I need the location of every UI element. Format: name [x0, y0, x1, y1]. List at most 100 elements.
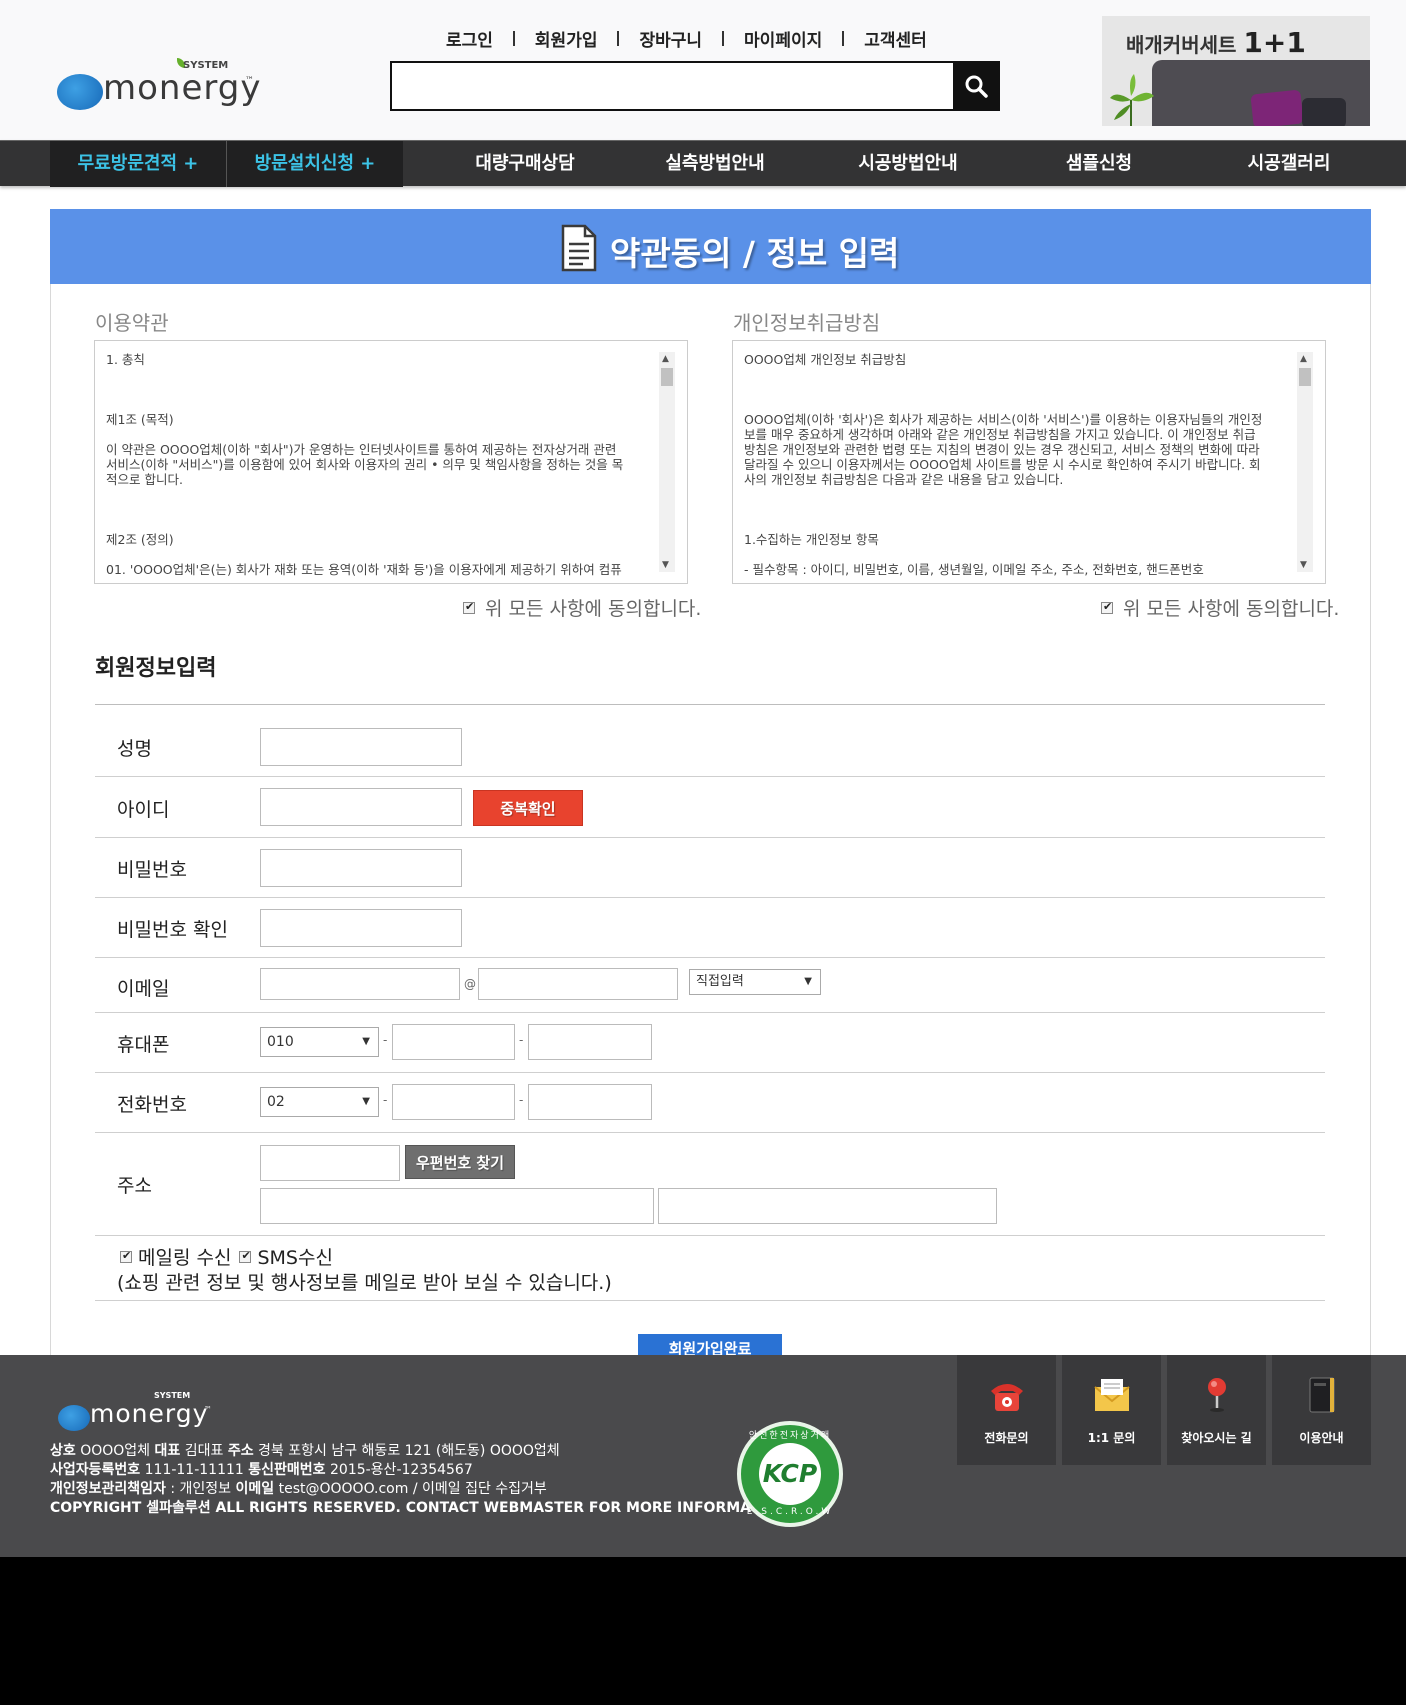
quick-link-label: 1:1 문의 [1087, 1431, 1136, 1445]
privacy-agree[interactable]: 위 모든 사항에 동의합니다. [1101, 594, 1339, 621]
nav-gallery[interactable]: 시공갤러리 [1192, 141, 1386, 187]
terms-agree[interactable]: 위 모든 사항에 동의합니다. [463, 594, 701, 621]
logo-system-text: SYSTEM [183, 60, 229, 71]
signup-link[interactable]: 회원가입 [535, 26, 598, 51]
divider [95, 704, 1325, 705]
divider [95, 1012, 1325, 1013]
scroll-thumb[interactable] [661, 368, 673, 386]
login-link[interactable]: 로그인 [446, 26, 493, 51]
email-domain-select[interactable]: 직접입력 ▼ [689, 969, 821, 995]
nav-bulk-consult[interactable]: 대량구매상담 [430, 141, 620, 187]
main-nav: 무료방문견적 + 방문설치신청 + 대량구매상담 실측방법안내 시공방법안내 샘… [0, 140, 1406, 187]
id-check-button[interactable]: 중복확인 [473, 790, 583, 826]
scroll-up-icon[interactable]: ▲ [1300, 354, 1307, 364]
mypage-link[interactable]: 마이페이지 [744, 26, 822, 51]
nav-measure-guide[interactable]: 실측방법안내 [620, 141, 810, 187]
divider [95, 776, 1325, 777]
search-box [390, 61, 1000, 111]
phone-last-field[interactable] [528, 1084, 652, 1120]
plant-icon [1110, 74, 1154, 126]
quick-link-label: 전화문의 [984, 1431, 1029, 1445]
pillow-image [1302, 98, 1346, 126]
pillow-image [1250, 89, 1304, 126]
scroll-down-icon[interactable]: ▼ [1300, 560, 1307, 570]
dash: - [519, 1093, 524, 1107]
phone-prefix-select[interactable]: 02 ▼ [260, 1087, 379, 1117]
phone-middle-field[interactable] [392, 1084, 515, 1120]
divider [512, 30, 515, 46]
nav-free-estimate[interactable]: 무료방문견적 + [50, 141, 226, 187]
map-pin-icon [1208, 1378, 1226, 1412]
promo-banner[interactable]: 배개커버세트 1+1 [1102, 16, 1370, 126]
password-field[interactable] [260, 849, 462, 887]
mailing-label[interactable]: 메일링 수신 [138, 1243, 231, 1270]
copyright: COPYRIGHT 셀파솔루션 ALL RIGHTS RESERVED. CON… [50, 1500, 794, 1516]
phone-icon [991, 1384, 1023, 1411]
terms-agree-checkbox[interactable] [463, 600, 475, 614]
terms-textbox[interactable]: 1. 총칙 제1조 (목적) 이 약관은 OOOO업체(이하 "회사")가 운영… [94, 340, 688, 584]
quick-link-inquiry[interactable]: 1:1 문의 [1062, 1355, 1161, 1465]
name-label: 성명 [117, 738, 152, 760]
terms-scrollbar[interactable]: ▲ ▼ [659, 352, 675, 572]
nav-install-guide[interactable]: 시공방법안내 [810, 141, 1006, 187]
banner-text: 배개커버세트 1+1 [1126, 26, 1306, 59]
privacy-label: 개인정보취급방침 [733, 311, 881, 335]
password-confirm-field[interactable] [260, 909, 462, 947]
name-field[interactable] [260, 728, 462, 766]
footer-logo[interactable]: monergy SYSTEM ™ [58, 1391, 218, 1431]
phone-label: 전화번호 [117, 1094, 187, 1116]
dash: - [383, 1093, 388, 1107]
quick-link-label: 이용안내 [1299, 1431, 1344, 1445]
divider [95, 1235, 1325, 1236]
address-field[interactable] [260, 1188, 654, 1224]
quick-links: 전화문의 1:1 문의 찾아오시는 길 이용안내 [957, 1355, 1371, 1465]
privacy-scrollbar[interactable]: ▲ ▼ [1297, 352, 1313, 572]
quick-link-phone[interactable]: 전화문의 [957, 1355, 1056, 1465]
cart-link[interactable]: 장바구니 [639, 26, 702, 51]
envelope-icon [1094, 1379, 1130, 1411]
customer-center-link[interactable]: 고객센터 [864, 26, 927, 51]
sms-label[interactable]: SMS수신 [257, 1243, 332, 1270]
address-detail-field[interactable] [658, 1188, 997, 1224]
zipcode-search-button[interactable]: 우편번호 찾기 [405, 1145, 515, 1179]
dash: - [383, 1033, 388, 1047]
scroll-up-icon[interactable]: ▲ [662, 354, 669, 364]
zipcode-field[interactable] [260, 1145, 400, 1181]
mobile-last-field[interactable] [528, 1024, 652, 1060]
section-title: 회원정보입력 [95, 656, 217, 681]
quick-link-guide[interactable]: 이용안내 [1272, 1355, 1371, 1465]
search-icon [965, 75, 988, 98]
sms-checkbox[interactable] [239, 1249, 252, 1263]
scroll-thumb[interactable] [1299, 368, 1311, 386]
mailing-checkbox[interactable] [120, 1249, 132, 1263]
nav-install-request[interactable]: 방문설치신청 + [227, 141, 403, 187]
privacy-textbox[interactable]: OOOO업체 개인정보 취급방침 OOOO업체(이하 '회사')은 회사가 제공… [732, 340, 1326, 584]
divider [95, 1072, 1325, 1073]
search-input[interactable] [392, 63, 954, 109]
terms-agree-label: 위 모든 사항에 동의합니다. [485, 598, 702, 620]
company-info-line: 상호 OOOO업체 대표 김대표 주소 경북 포항시 남구 해동로 121 (해… [50, 1443, 560, 1459]
logo[interactable]: monergy SYSTEM ™ [57, 58, 260, 110]
email-label: 이메일 [117, 978, 170, 1000]
nav-sample-request[interactable]: 샘플신청 [1006, 141, 1192, 187]
company-info-line: 사업자등록번호 111-11-11111 통신판매번호 2015-용산-1235… [50, 1462, 473, 1478]
page: monergy SYSTEM ™ 로그인 회원가입 장바구니 마이페이지 고객센… [0, 0, 1406, 1557]
footer-logo-tm: ™ [204, 1405, 212, 1414]
quick-link-directions[interactable]: 찾아오시는 길 [1167, 1355, 1266, 1465]
email-domain-field[interactable] [478, 968, 678, 1000]
dash: - [519, 1033, 524, 1047]
header: monergy SYSTEM ™ 로그인 회원가입 장바구니 마이페이지 고객센… [0, 0, 1406, 140]
privacy-agree-checkbox[interactable] [1101, 600, 1113, 614]
email-id-field[interactable] [260, 968, 460, 1000]
chevron-down-icon: ▼ [362, 1036, 370, 1047]
page-title-bar: 약관동의 / 정보 입력 [50, 209, 1371, 284]
scroll-down-icon[interactable]: ▼ [662, 560, 669, 570]
logo-mark-icon [58, 1405, 90, 1431]
chevron-down-icon: ▼ [804, 976, 812, 987]
kcp-escrow-badge[interactable]: 안전한전자상거래 KCP E.S.C.R.O.W [737, 1421, 843, 1527]
mobile-prefix-select[interactable]: 010 ▼ [260, 1027, 379, 1057]
search-button[interactable] [953, 63, 998, 109]
id-field[interactable] [260, 788, 462, 826]
phone-prefix-value: 02 [267, 1094, 285, 1110]
mobile-middle-field[interactable] [392, 1024, 515, 1060]
